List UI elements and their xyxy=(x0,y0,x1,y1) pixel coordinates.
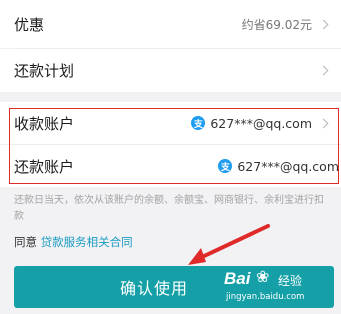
chevron-right-icon xyxy=(318,65,329,76)
repayment-plan-row[interactable]: 还款计划 xyxy=(0,49,341,92)
repayment-account-row[interactable]: 还款账户 支 627***@qq.com xyxy=(0,145,341,187)
repayment-plan-label: 还款计划 xyxy=(14,62,75,80)
repayment-account-email: 627***@qq.com xyxy=(237,158,339,174)
agreement-line: 同意 贷款服务相关合同 xyxy=(14,234,133,250)
agree-prefix: 同意 xyxy=(14,235,37,249)
deduction-note: 还款日当天，依次从该账户的余额、余额宝、网商银行、余利宝进行扣款 xyxy=(14,195,324,222)
discount-label: 优惠 xyxy=(14,15,45,34)
confirm-button[interactable]: 确认使用 xyxy=(14,266,334,308)
chevron-right-icon xyxy=(318,118,329,128)
receiving-account-row[interactable]: 收款账户 支 627***@qq.com xyxy=(0,102,341,144)
repayment-account-value: 支 627***@qq.com xyxy=(218,159,339,174)
repayment-account-label: 还款账户 xyxy=(14,157,75,176)
chevron-right-icon xyxy=(318,19,329,29)
receiving-account-label: 收款账户 xyxy=(14,114,75,133)
discount-value: 约省69.02元 xyxy=(241,17,312,32)
receiving-account-value: 支 627***@qq.com xyxy=(191,116,312,131)
alipay-icon: 支 xyxy=(218,159,233,173)
confirm-button-label: 确认使用 xyxy=(119,279,188,298)
discount-row[interactable]: 优惠 约省69.02元 xyxy=(0,0,341,48)
receiving-account-email: 627***@qq.com xyxy=(210,115,312,131)
contract-link[interactable]: 贷款服务相关合同 xyxy=(41,235,133,249)
alipay-icon: 支 xyxy=(191,116,206,130)
